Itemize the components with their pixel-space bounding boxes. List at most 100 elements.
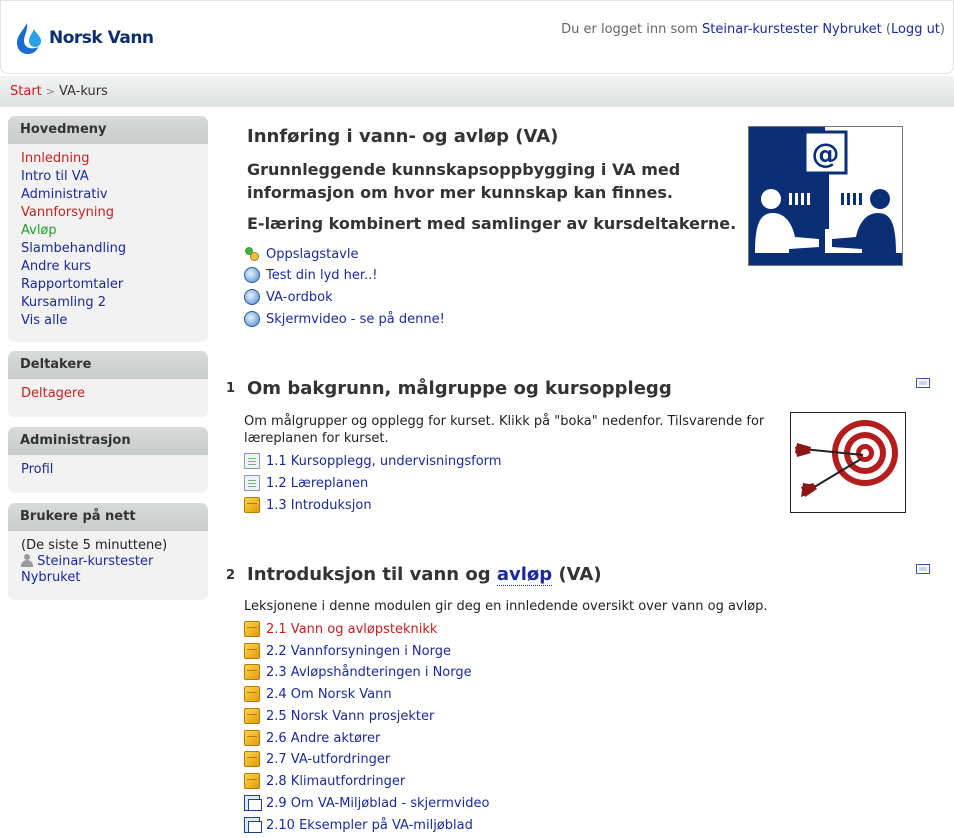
administration-title: Administrasjon <box>8 427 208 455</box>
glossary-link-avlop[interactable]: avløp <box>496 564 553 586</box>
section-1-summary: Om målgrupper og opplegg for kurset. Kli… <box>244 414 765 446</box>
page-icon <box>244 453 260 469</box>
participants-block: Deltakere Deltagere <box>8 351 208 417</box>
section-2-item-9[interactable]: 2.9 Om VA-Miljøblad - skjermvideo <box>244 795 489 811</box>
section-2-item-7-link[interactable]: 2.7 VA-utfordringer <box>266 752 390 767</box>
section-2-item-2-link[interactable]: 2.2 Vannforsyningen i Norge <box>266 644 451 659</box>
section-2-title-prefix: Introduksjon til vann og <box>247 564 497 585</box>
resource-sound-test[interactable]: Test din lyd her..! <box>244 267 378 283</box>
resource-dictionary-link[interactable]: VA-ordbok <box>266 290 333 305</box>
online-users-block: Brukere på nett (De siste 5 minuttene) S… <box>8 503 208 600</box>
show-only-section-icon[interactable] <box>916 378 930 388</box>
package-icon <box>244 708 260 724</box>
resource-sound-test-link[interactable]: Test din lyd her..! <box>266 268 378 283</box>
resource-screen-video[interactable]: Skjermvideo - se på denne! <box>244 311 445 327</box>
course-title: Innføring i vann- og avløp (VA) <box>247 126 559 147</box>
page-icon <box>244 475 260 491</box>
participants-link[interactable]: Deltagere <box>21 386 85 401</box>
section-2-item-8-link[interactable]: 2.8 Klimautfordringer <box>266 774 405 789</box>
section-2-title: Introduksjon til vann og avløp (VA) <box>247 564 602 586</box>
section-2-item-2[interactable]: 2.2 Vannforsyningen i Norge <box>244 643 451 659</box>
section-2-item-5-link[interactable]: 2.5 Norsk Vann prosjekter <box>266 709 434 724</box>
menu-item-intro-til-va[interactable]: Intro til VA <box>21 169 89 184</box>
package-icon <box>244 686 260 702</box>
login-prefix: Du er logget inn som <box>561 22 698 37</box>
section-2-summary: Leksjonene i denne modulen gir deg en in… <box>244 599 768 614</box>
section-2-title-suffix: (VA) <box>552 564 602 585</box>
online-users-note: (De siste 5 minuttene) <box>21 538 168 553</box>
package-icon <box>244 643 260 659</box>
menu-item-innledning[interactable]: Innledning <box>21 151 90 166</box>
breadcrumb-home-link[interactable]: Start <box>10 84 42 99</box>
section-2-item-10[interactable]: 2.10 Eksempler på VA-miljøblad <box>244 817 473 833</box>
participants-title: Deltakere <box>8 351 208 379</box>
course-subtitle: Grunnleggende kunnskapsoppbygging i VA m… <box>247 160 681 202</box>
norsk-vann-logo[interactable]: Norsk Vann <box>13 21 154 55</box>
section-1-item-1[interactable]: 1.1 Kursopplegg, undervisningsform <box>244 453 501 469</box>
web-resource-icon <box>244 289 260 305</box>
menu-item-vannforsyning[interactable]: Vannforsyning <box>21 205 114 220</box>
package-icon <box>244 730 260 746</box>
profile-link[interactable]: Profil <box>21 462 53 477</box>
course-subtitle-2: E-læring kombinert med samlinger av kurs… <box>247 214 737 233</box>
menu-item-kursamling-2[interactable]: Kursamling 2 <box>21 295 106 310</box>
section-2-item-4[interactable]: 2.4 Om Norsk Vann <box>244 686 392 702</box>
main-menu-title: Hovedmeny <box>8 116 208 144</box>
logout-link[interactable]: Logg ut <box>891 22 940 37</box>
package-icon <box>244 621 260 637</box>
online-user-link[interactable]: Steinar-kurstester Nybruket <box>21 554 153 585</box>
section-1-item-3[interactable]: 1.3 Introduksjon <box>244 497 372 513</box>
resource-forum-link[interactable]: Oppslagstavle <box>266 247 358 262</box>
package-icon <box>244 497 260 513</box>
section-1-item-2-link[interactable]: 1.2 Læreplanen <box>266 476 368 491</box>
section-2-item-4-link[interactable]: 2.4 Om Norsk Vann <box>266 687 392 702</box>
section-2-item-9-link[interactable]: 2.9 Om VA-Miljøblad - skjermvideo <box>266 796 489 811</box>
show-only-section-icon[interactable] <box>916 564 930 574</box>
user-profile-link[interactable]: Steinar-kurstester Nybruket <box>702 22 882 37</box>
menu-item-avlop[interactable]: Avløp <box>21 223 57 238</box>
breadcrumb-bar: Start > VA-kurs <box>0 76 954 107</box>
section-2-item-3[interactable]: 2.3 Avløpshåndteringen i Norge <box>244 664 472 680</box>
section-1-item-3-link[interactable]: 1.3 Introduksjon <box>266 498 372 513</box>
resource-forum[interactable]: Oppslagstavle <box>244 246 358 262</box>
section-2-item-6-link[interactable]: 2.6 Andre aktører <box>266 731 380 746</box>
breadcrumb: Start > VA-kurs <box>10 84 108 99</box>
page-header: Norsk Vann Du er logget inn som Steinar-… <box>0 0 954 74</box>
user-avatar-icon <box>21 554 33 567</box>
administration-block: Administrasjon Profil <box>8 427 208 493</box>
menu-item-vis-alle[interactable]: Vis alle <box>21 313 67 328</box>
online-users-title: Brukere på nett <box>8 503 208 531</box>
menu-item-slambehandling[interactable]: Slambehandling <box>21 241 126 256</box>
target-arrows-illustration <box>795 420 898 497</box>
resource-dictionary[interactable]: VA-ordbok <box>244 289 333 305</box>
screen-icon <box>244 795 262 811</box>
section-2-number: 2 <box>226 568 236 583</box>
section-2-item-7[interactable]: 2.7 VA-utfordringer <box>244 751 390 767</box>
web-resource-icon <box>244 311 260 327</box>
section-1-number: 1 <box>226 381 236 396</box>
section-2-item-8[interactable]: 2.8 Klimautfordringer <box>244 773 405 789</box>
section-1-item-2[interactable]: 1.2 Læreplanen <box>244 475 368 491</box>
section-2-item-10-link[interactable]: 2.10 Eksempler på VA-miljøblad <box>266 818 473 833</box>
menu-item-administrativ[interactable]: Administrativ <box>21 187 108 202</box>
section-1-item-1-link[interactable]: 1.1 Kursopplegg, undervisningsform <box>266 454 501 469</box>
section-1-target-image <box>790 412 906 513</box>
main-menu-list: Innledning Intro til VA Administrativ Va… <box>8 144 208 338</box>
section-2-item-1-link[interactable]: 2.1 Vann og avløpsteknikk <box>266 622 437 637</box>
menu-item-andre-kurs[interactable]: Andre kurs <box>21 259 91 274</box>
menu-item-rapportomtaler[interactable]: Rapportomtaler <box>21 277 123 292</box>
package-icon <box>244 751 260 767</box>
forum-icon <box>244 246 260 262</box>
section-2-item-5[interactable]: 2.5 Norsk Vann prosjekter <box>244 708 434 724</box>
main-menu-block: Hovedmeny Innledning Intro til VA Admini… <box>8 116 208 342</box>
package-icon <box>244 664 260 680</box>
resource-screen-video-link[interactable]: Skjermvideo - se på denne! <box>266 312 445 327</box>
section-2-item-1[interactable]: 2.1 Vann og avløpsteknikk <box>244 621 437 637</box>
section-2-item-3-link[interactable]: 2.3 Avløpshåndteringen i Norge <box>266 665 472 680</box>
svg-text:@: @ <box>812 137 840 170</box>
section-2-item-6[interactable]: 2.6 Andre aktører <box>244 730 380 746</box>
water-drop-logo-icon <box>17 23 41 54</box>
screen-icon <box>244 817 262 833</box>
course-illustration: @ <box>748 126 903 266</box>
login-info: Du er logget inn som Steinar-kurstester … <box>561 22 945 37</box>
